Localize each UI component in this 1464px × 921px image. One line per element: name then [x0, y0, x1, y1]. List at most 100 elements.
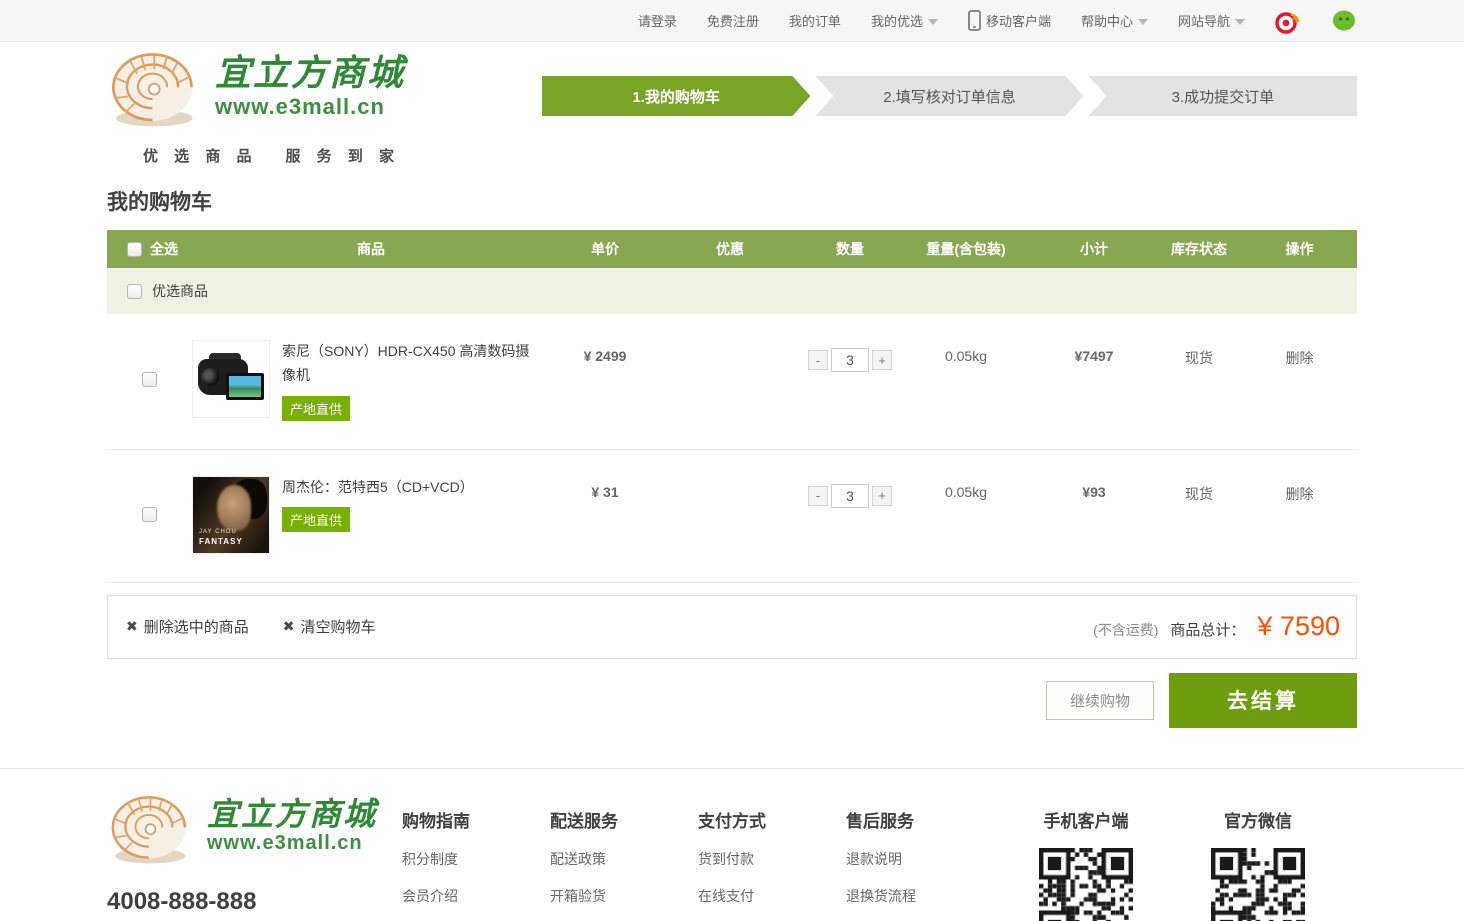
site-logo[interactable]: 宜立方商城 www.e3mall.cn 优 选 商 品 服 务 到 家 [107, 50, 405, 166]
register-link[interactable]: 免费注册 [707, 11, 759, 30]
site-footer: 宜立方商城 www.e3mall.cn 4008-888-888 周一至周日8:… [0, 768, 1464, 921]
quantity-increase-button[interactable]: + [872, 350, 892, 370]
col-quantity: 数量 [800, 239, 900, 259]
delete-selected-label: 删除选中的商品 [144, 616, 249, 637]
col-subtotal: 小计 [1032, 239, 1156, 259]
cart-summary-bar: ✖ 删除选中的商品 ✖ 清空购物车 (不含运费) 商品总计： ¥ 7590 [107, 595, 1357, 659]
smartphone-icon [968, 10, 981, 31]
footer-col-after-sales: 售后服务 退款说明 退换货流程 退换货政策 隐私条款 [846, 793, 994, 921]
footer-logo[interactable]: 宜立方商城 www.e3mall.cn [107, 793, 402, 872]
freight-note: (不含运费) [1093, 620, 1158, 640]
group-row: 优选商品 [107, 268, 1357, 314]
login-link[interactable]: 请登录 [638, 11, 677, 30]
qr-section-title: 手机客户端 [1006, 807, 1166, 832]
footer-col-delivery: 配送服务 配送政策 开箱验货 配送运费 配送范围 [550, 793, 698, 921]
col-unit-price: 单价 [550, 239, 660, 259]
footer-link[interactable]: 开箱验货 [550, 886, 698, 906]
clear-cart-label: 清空购物车 [300, 616, 375, 637]
step-order-info: 2.填写核对订单信息 [815, 76, 1083, 116]
discount-cell [660, 476, 800, 484]
footer-link[interactable]: 在线支付 [698, 886, 846, 906]
weibo-icon[interactable] [1275, 8, 1301, 34]
item-checkbox[interactable] [142, 372, 157, 387]
col-weight: 重量(含包装) [900, 239, 1032, 259]
product-image-sony-camcorder[interactable] [192, 340, 270, 418]
slogan-right: 服 务 到 家 [286, 145, 401, 166]
col-stock: 库存状态 [1156, 239, 1242, 259]
site-header: 宜立方商城 www.e3mall.cn 优 选 商 品 服 务 到 家 1.我的… [0, 42, 1464, 176]
chevron-down-icon [1235, 19, 1245, 25]
brand-name: 宜立方商城 [215, 54, 405, 94]
help-center-menu[interactable]: 帮助中心 [1081, 11, 1148, 30]
camcorder-screen [226, 373, 264, 400]
step-cart: 1.我的购物车 [542, 76, 810, 116]
quantity-decrease-button[interactable]: - [808, 486, 828, 506]
unit-price: ¥ 31 [550, 476, 660, 500]
brand-slogan: 优 选 商 品 服 务 到 家 [143, 145, 405, 166]
delete-item-link[interactable]: 删除 [1242, 476, 1357, 504]
table-row: 索尼（SONY）HDR-CX450 高清数码摄像机 产地直供 ¥ 2499 - … [107, 314, 1357, 450]
topbar: 请登录 免费注册 我的订单 我的优选 移动客户端 帮助中心 网站导航 [0, 0, 1464, 42]
page-title: 我的购物车 [107, 186, 1357, 216]
quantity-increase-button[interactable]: + [872, 486, 892, 506]
footer-col-payment: 支付方式 货到付款 在线支付 优选卡 发票制度 [698, 793, 846, 921]
continue-shopping-button[interactable]: 继续购物 [1046, 681, 1154, 720]
service-phone: 4008-888-888 [107, 888, 402, 916]
quantity-decrease-button[interactable]: - [808, 350, 828, 370]
brand-url: www.e3mall.cn [207, 832, 377, 855]
weight-value: 0.05kg [900, 340, 1032, 364]
footer-col-shopping-guide: 购物指南 积分制度 会员介绍 购物流程 常见问题 [402, 793, 550, 921]
footer-link[interactable]: 货到付款 [698, 849, 846, 869]
wechat-qr-code [1211, 848, 1305, 921]
weight-value: 0.05kg [900, 476, 1032, 500]
footer-col-title: 售后服务 [846, 807, 994, 832]
table-row: JAY CHOU FANTASY 周杰伦：范特西5（CD+VCD） 产地直供 ¥… [107, 450, 1357, 583]
select-all-label: 全选 [150, 239, 178, 259]
qr-section-title: 官方微信 [1178, 807, 1338, 832]
mobile-app-qr-code [1039, 848, 1133, 921]
cart-table-header: 全选 商品 单价 优惠 数量 重量(含包装) 小计 库存状态 操作 [107, 230, 1357, 268]
footer-link[interactable]: 退款说明 [846, 849, 994, 869]
item-checkbox[interactable] [142, 507, 157, 522]
footer-link[interactable]: 退换货流程 [846, 886, 994, 906]
album-face [217, 485, 251, 531]
x-icon: ✖ [283, 618, 295, 635]
product-image-jay-chou-fantasy-album[interactable]: JAY CHOU FANTASY [192, 476, 270, 554]
brand-name: 宜立方商城 [207, 797, 377, 832]
mobile-app-qr-section: 手机客户端 [1006, 793, 1166, 921]
x-icon: ✖ [126, 618, 138, 635]
footer-link[interactable]: 会员介绍 [402, 886, 550, 906]
help-center-label: 帮助中心 [1081, 11, 1133, 30]
clear-cart-link[interactable]: ✖ 清空购物车 [283, 616, 376, 637]
total-value: ¥ 7590 [1257, 611, 1340, 642]
footer-col-title: 配送服务 [550, 807, 698, 832]
album-artist-text: JAY CHOU [199, 528, 243, 536]
quantity-input[interactable] [831, 348, 869, 372]
wechat-icon[interactable] [1331, 8, 1357, 34]
mobile-client-label: 移动客户端 [986, 11, 1051, 30]
product-title[interactable]: 周杰伦：范特西5（CD+VCD） [282, 476, 537, 500]
my-picks-label: 我的优选 [871, 11, 923, 30]
select-all-checkbox[interactable] [127, 242, 142, 257]
stock-status: 现货 [1156, 476, 1242, 504]
product-title[interactable]: 索尼（SONY）HDR-CX450 高清数码摄像机 [282, 340, 537, 388]
footer-link[interactable]: 积分制度 [402, 849, 550, 869]
delete-selected-link[interactable]: ✖ 删除选中的商品 [126, 616, 249, 637]
checkout-button[interactable]: 去结算 [1169, 673, 1357, 728]
step-order-done: 3.成功提交订单 [1089, 76, 1357, 116]
origin-supply-badge: 产地直供 [282, 396, 350, 421]
mobile-client-link[interactable]: 移动客户端 [968, 10, 1051, 31]
chevron-down-icon [1138, 19, 1148, 25]
unit-price: ¥ 2499 [550, 340, 660, 364]
site-nav-menu[interactable]: 网站导航 [1178, 11, 1245, 30]
brand-url: www.e3mall.cn [215, 94, 405, 120]
origin-supply-badge: 产地直供 [282, 507, 350, 532]
group-select-checkbox[interactable] [127, 284, 142, 299]
my-picks-menu[interactable]: 我的优选 [871, 11, 938, 30]
quantity-stepper: - + [808, 484, 892, 508]
camcorder-lens [201, 368, 219, 386]
quantity-input[interactable] [831, 484, 869, 508]
my-orders-link[interactable]: 我的订单 [789, 11, 841, 30]
delete-item-link[interactable]: 删除 [1242, 340, 1357, 368]
footer-link[interactable]: 配送政策 [550, 849, 698, 869]
